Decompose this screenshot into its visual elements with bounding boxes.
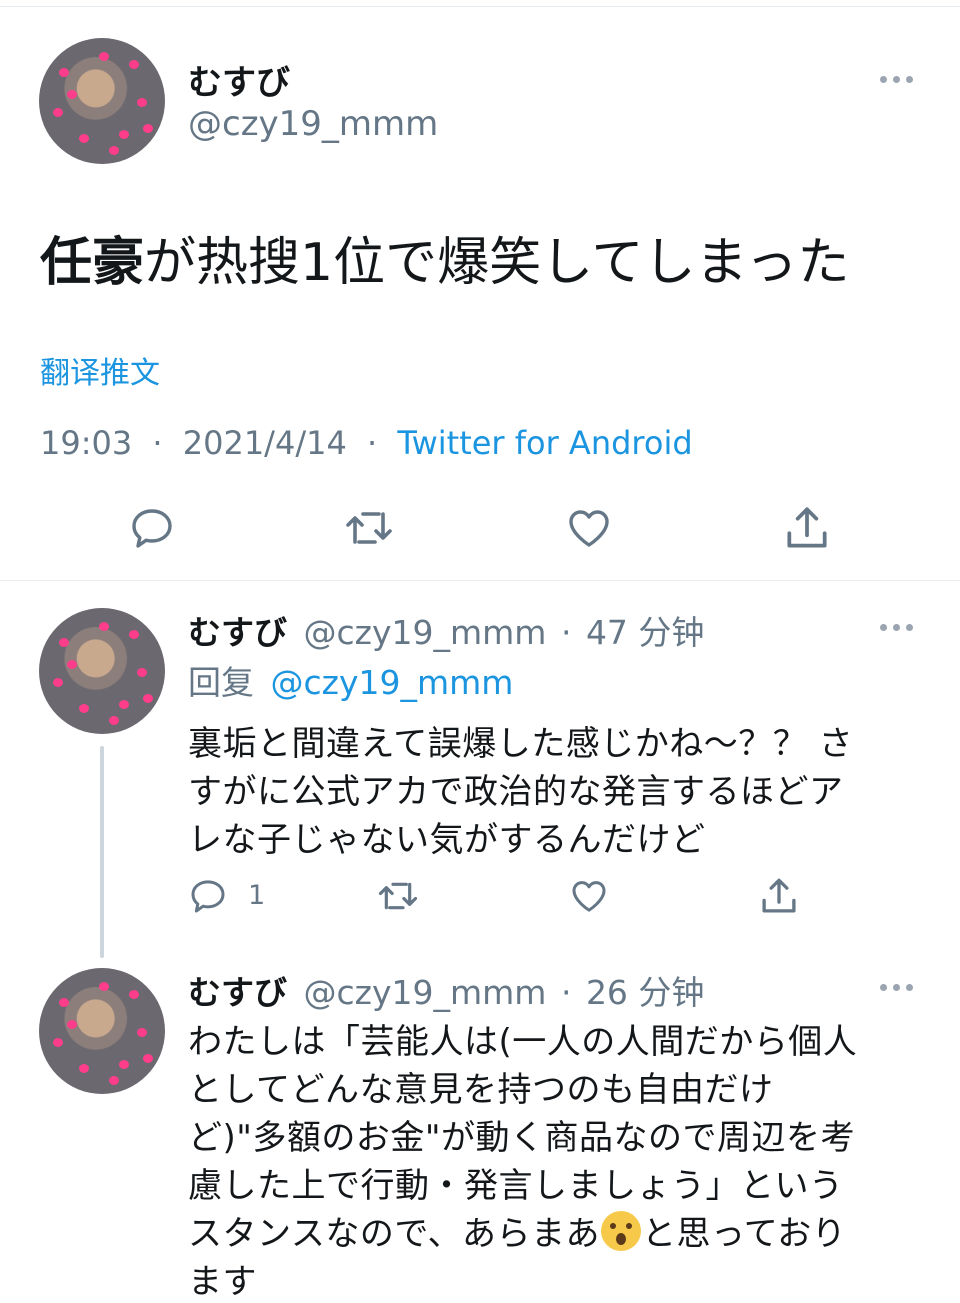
- retweet-icon[interactable]: [343, 504, 395, 552]
- reply-2-header: むすび @czy19_mmm · 26 分钟: [188, 966, 704, 1014]
- reply-2-text-segment: と思っており: [641, 1214, 847, 1254]
- reply-1-more-icon[interactable]: [880, 622, 916, 632]
- reply-icon[interactable]: [128, 504, 176, 552]
- reply-1-reply-icon[interactable]: [188, 876, 228, 916]
- reply-2-text-line: わたしは「芸能人は(一人の人間だから個人: [188, 1022, 858, 1062]
- hushed-face-emoji-icon: [600, 1211, 641, 1251]
- reply-2-more-icon[interactable]: [880, 982, 916, 992]
- reply-1-text-line: レな子じゃない気がするんだけど: [188, 820, 706, 860]
- reply-1-like-icon[interactable]: [568, 876, 610, 916]
- share-icon[interactable]: [782, 502, 832, 554]
- reply-2-handle[interactable]: @czy19_mmm: [304, 973, 547, 1012]
- thread-connector: [100, 746, 104, 958]
- translate-tweet-link[interactable]: 翻译推文: [40, 348, 160, 392]
- reply-2-text-segment: スタンスなので、あらまあ: [188, 1214, 600, 1254]
- reply-1-handle[interactable]: @czy19_mmm: [304, 613, 547, 652]
- reply-2-display-name[interactable]: むすび: [188, 973, 287, 1012]
- reply-2-sep: ·: [560, 973, 572, 1012]
- main-tweet-text: 任豪が热搜1位で爆笑してしまった: [40, 220, 849, 295]
- like-icon[interactable]: [564, 504, 614, 552]
- main-tweet-meta: 19:03 · 2021/4/14 · Twitter for Android: [40, 424, 693, 462]
- reply-1-avatar[interactable]: [39, 608, 165, 734]
- meta-separator: ·: [152, 424, 163, 462]
- reply-1-sep: ·: [560, 613, 572, 652]
- main-tweet-date: 2021/4/14: [182, 424, 347, 462]
- main-tweet-more-icon[interactable]: [880, 74, 916, 84]
- main-tweet-text-bold: 任豪: [40, 233, 145, 293]
- reply-2-text-line: ど)"多額のお金"が動く商品なので周辺を考: [188, 1118, 856, 1158]
- main-tweet-source-link[interactable]: Twitter for Android: [397, 424, 692, 462]
- main-tweet-time: 19:03: [40, 424, 133, 462]
- top-divider: [0, 6, 960, 7]
- reply-2-text-line: としてどんな意見を持つのも自由だけ: [188, 1070, 774, 1110]
- meta-separator: ·: [366, 424, 378, 462]
- reply-1-text-line: 裏垢と間違えて誤爆した感じかね～？？ さ: [188, 724, 854, 764]
- main-tweet-display-name[interactable]: むすび: [188, 55, 290, 104]
- reply-1-reply-count: 1: [248, 880, 266, 911]
- reply-1-age: 47 分钟: [585, 613, 705, 652]
- reply-2-text-line: 慮した上で行動・発言しましょう」という: [188, 1166, 844, 1206]
- reply-1-retweet-icon[interactable]: [376, 876, 420, 916]
- reply-1-reply-label: 回复: [188, 663, 254, 702]
- reply-1-share-icon[interactable]: [758, 874, 800, 918]
- main-tweet-divider: [0, 580, 960, 581]
- reply-2-avatar[interactable]: [39, 968, 165, 1094]
- reply-1-text-line: すがに公式アカで政治的な発言するほどア: [188, 772, 844, 812]
- main-tweet-handle[interactable]: @czy19_mmm: [188, 104, 438, 144]
- reply-1-replying-to: 回复 @czy19_mmm: [188, 656, 513, 704]
- reply-2-text-line: スタンスなので、あらまあ と思っており: [188, 1206, 846, 1255]
- reply-1-mention-link[interactable]: @czy19_mmm: [271, 663, 514, 702]
- reply-2-age: 26 分钟: [585, 973, 705, 1012]
- main-tweet-avatar[interactable]: [39, 38, 165, 164]
- main-tweet-text-rest: が热搜1位で爆笑してしまった: [144, 233, 850, 293]
- reply-1-header: むすび @czy19_mmm · 47 分钟: [188, 606, 704, 654]
- reply-1-display-name[interactable]: むすび: [188, 613, 287, 652]
- reply-2-text-line: ます: [188, 1262, 257, 1302]
